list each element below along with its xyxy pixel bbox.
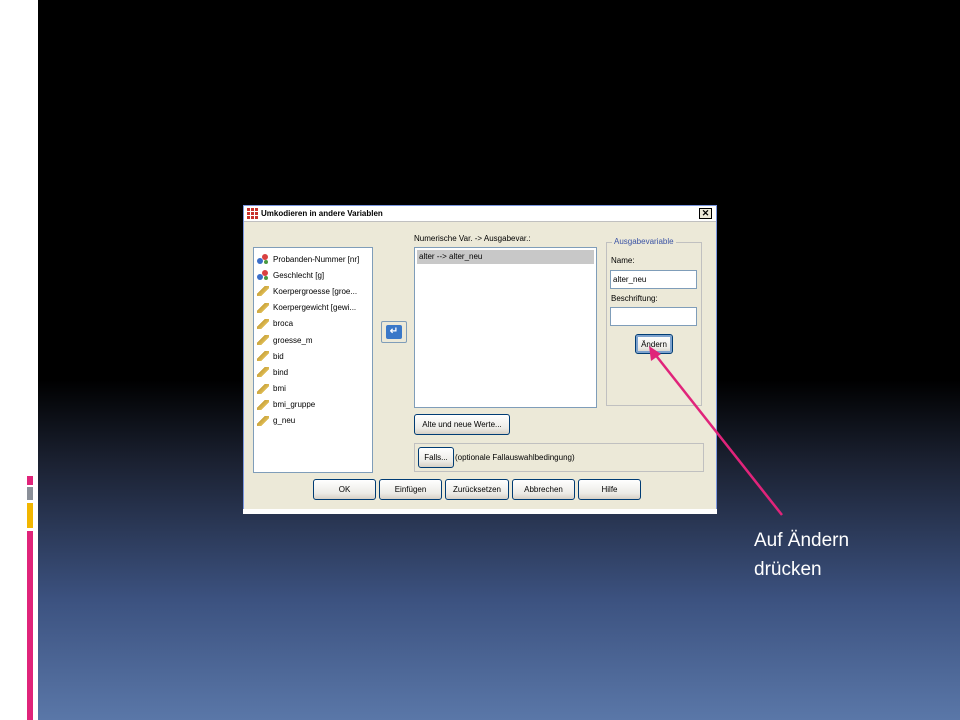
- annotation-arrow-line: [653, 352, 783, 516]
- annotation-line-2: drücken: [754, 559, 822, 580]
- annotation-caption: Auf Ändern drücken: [754, 526, 849, 584]
- annotation-arrow: [649, 346, 783, 516]
- annotation-line-1: Auf Ändern: [754, 530, 850, 551]
